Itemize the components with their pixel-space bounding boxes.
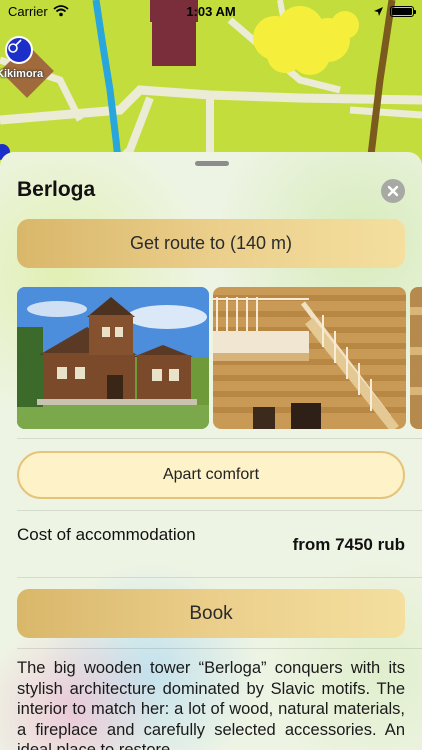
divider (17, 577, 422, 578)
cost-value: from 7450 rub (292, 535, 405, 554)
cost-label: Cost of accommodation (17, 525, 196, 544)
close-icon (387, 185, 399, 197)
wooden-staircase-interior-photo (213, 287, 406, 429)
divider (17, 648, 422, 649)
battery-icon (390, 5, 416, 17)
sheet-grabber-handle[interactable] (195, 161, 229, 166)
close-button[interactable] (381, 179, 405, 203)
photo-gallery[interactable] (17, 287, 422, 429)
divider (17, 438, 422, 439)
map-marker-label: Kikimora (0, 68, 44, 80)
apart-comfort-button[interactable]: Apart comfort (17, 451, 405, 499)
place-description: The big wooden tower “Berloga” conquers … (17, 659, 405, 750)
map-marker-kikimora[interactable] (5, 36, 33, 64)
guitar-icon (8, 39, 22, 53)
place-detail-sheet: Berloga Get route to (140 m) Apart comfo… (0, 152, 422, 750)
photo-exterior[interactable] (17, 287, 209, 429)
status-time: 1:03 AM (186, 3, 236, 19)
divider (17, 510, 422, 511)
book-button[interactable]: Book (17, 589, 405, 638)
photo-interior-staircase[interactable] (213, 287, 406, 429)
photo-interior-partial[interactable] (410, 287, 422, 429)
interior-photo-partial (410, 287, 422, 429)
place-title: Berloga (17, 178, 96, 201)
status-bar: Carrier 1:03 AM (0, 0, 422, 22)
get-route-button[interactable]: Get route to (140 m) (17, 219, 405, 268)
wooden-tower-exterior-photo (17, 287, 209, 429)
